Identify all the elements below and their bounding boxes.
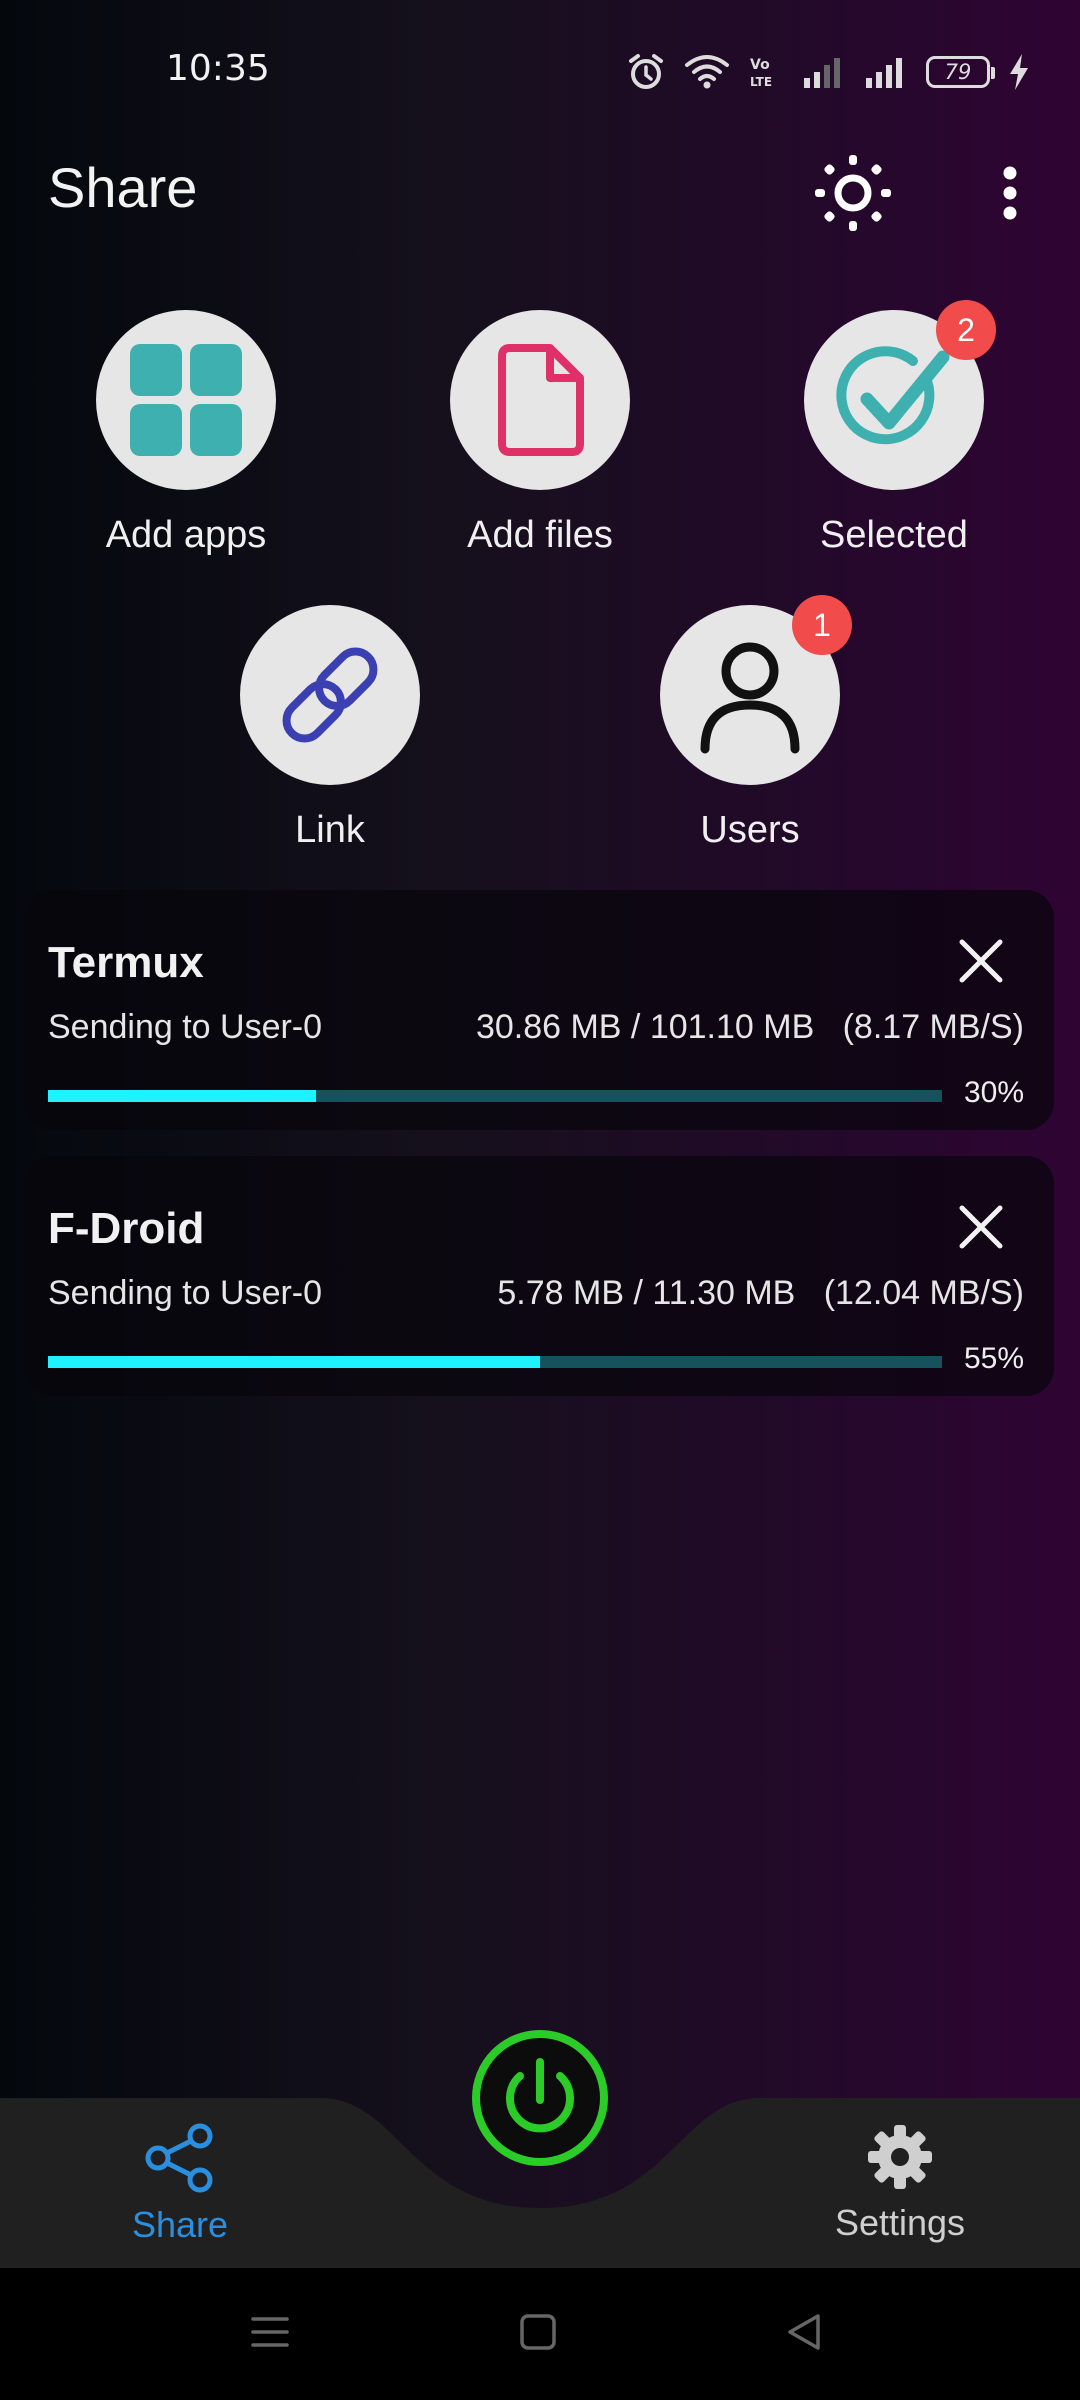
progress-track [48, 1090, 942, 1102]
cancel-transfer-button[interactable] [956, 936, 1006, 986]
nav-tab-settings-label: Settings [834, 2202, 966, 2243]
grid-icon [130, 344, 242, 456]
selected-button[interactable]: 2 [804, 300, 996, 490]
signal-2-icon [866, 58, 902, 88]
file-icon [498, 344, 584, 456]
share-icon [145, 2123, 213, 2193]
add-apps-button[interactable] [96, 310, 276, 490]
transfer-size: 5.78 MB / 11.30 MB [497, 1274, 796, 1312]
transfer-stats: 5.78 MB / 11.30 MB (12.04 MB/S) [497, 1274, 1024, 1313]
back-icon[interactable] [784, 2312, 824, 2352]
users-label: Users [700, 809, 800, 851]
transfer-card: Termux Sending to User-0 30.86 MB / 101.… [24, 890, 1054, 1130]
close-icon [959, 939, 1003, 983]
link-button[interactable] [240, 605, 420, 785]
link-icon [282, 647, 378, 743]
transfer-app-name: F-Droid [48, 1204, 205, 1253]
add-files-button[interactable] [450, 310, 630, 490]
selected-count-badge: 2 [936, 300, 996, 360]
users-button[interactable]: 1 [660, 595, 852, 785]
selected-label: Selected [820, 514, 968, 556]
theme-toggle-button[interactable] [810, 150, 896, 236]
wifi-icon [685, 55, 729, 89]
add-apps-label: Add apps [105, 514, 267, 556]
battery-indicator: 79 [926, 56, 995, 88]
add-apps-action[interactable]: Add apps [76, 310, 296, 557]
status-time: 10:35 [166, 48, 270, 89]
transfer-speed: (12.04 MB/S) [823, 1274, 1024, 1312]
users-count-badge: 1 [792, 595, 852, 655]
alarm-icon [629, 54, 663, 89]
svg-text:LTE: LTE [750, 75, 772, 89]
check-icon [836, 346, 950, 445]
system-nav-bar [0, 2268, 1080, 2400]
add-files-label: Add files [467, 514, 613, 556]
progress-percent: 55% [963, 1342, 1024, 1375]
cancel-transfer-button[interactable] [956, 1202, 1006, 1252]
battery-level: 79 [944, 60, 972, 84]
progress-percent: 30% [963, 1076, 1024, 1109]
progress-fill [48, 1356, 540, 1368]
nav-tab-share-label: Share [131, 2204, 229, 2245]
add-files-action[interactable]: Add files [430, 310, 650, 557]
svg-text:Vo: Vo [750, 57, 770, 73]
power-icon [472, 2030, 608, 2166]
progress-fill [48, 1090, 317, 1102]
selected-action[interactable]: 2 Selected [784, 300, 1004, 557]
signal-1-icon [804, 58, 840, 88]
volte-icon: Vo LTE [750, 57, 772, 89]
page-title: Share [48, 156, 198, 219]
progress-track [48, 1356, 942, 1368]
power-button[interactable] [470, 2028, 610, 2168]
users-action[interactable]: 1 Users [640, 595, 860, 852]
charging-icon [1010, 54, 1028, 90]
close-icon [959, 1205, 1003, 1249]
transfer-recipient: Sending to User-0 [48, 1008, 323, 1046]
transfer-card: F-Droid Sending to User-0 5.78 MB / 11.3… [24, 1156, 1054, 1396]
menu-icon[interactable] [250, 2312, 290, 2352]
link-action[interactable]: Link [220, 605, 440, 852]
nav-tab-settings[interactable]: Settings [800, 2122, 1000, 2244]
nav-tab-share[interactable]: Share [80, 2122, 280, 2246]
more-options-button[interactable] [980, 150, 1040, 236]
home-icon[interactable] [518, 2312, 558, 2352]
transfer-app-name: Termux [48, 938, 204, 987]
sun-icon [815, 155, 891, 231]
transfer-size: 30.86 MB / 101.10 MB [475, 1008, 815, 1046]
transfer-speed: (8.17 MB/S) [842, 1008, 1024, 1046]
transfer-stats: 30.86 MB / 101.10 MB (8.17 MB/S) [476, 1008, 1024, 1047]
more-vert-icon [1003, 166, 1017, 220]
status-icons: Vo LTE 79 [626, 50, 1030, 94]
user-icon [700, 642, 800, 754]
link-label: Link [295, 809, 365, 851]
gear-icon [868, 2125, 932, 2189]
transfer-recipient: Sending to User-0 [48, 1274, 323, 1312]
